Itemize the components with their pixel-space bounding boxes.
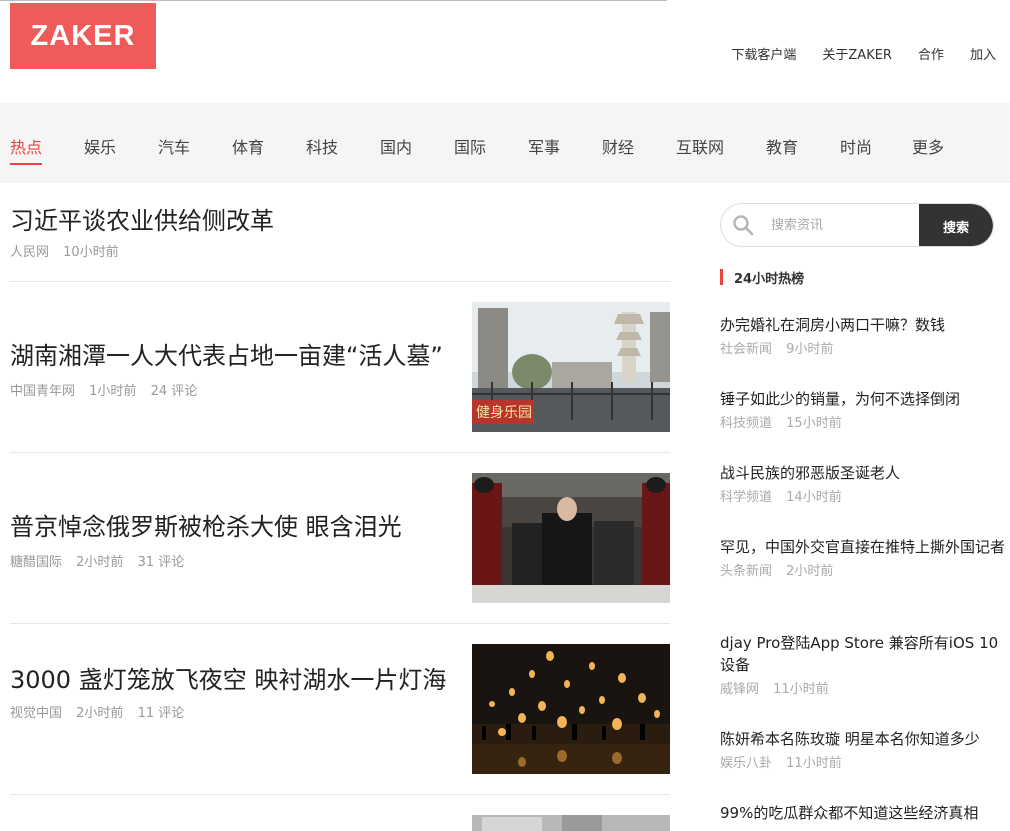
hot-item-source: 科学频道 [720,490,773,505]
article-time: 1小时前 [89,384,137,399]
channel-tech[interactable]: 科技 [306,134,338,158]
article-time: 2小时前 [76,706,124,721]
cooperation-link[interactable]: 合作 [918,44,944,63]
about-link[interactable]: 关于ZAKER [822,44,892,63]
download-client-link[interactable]: 下载客户端 [731,44,796,63]
channel-education[interactable]: 教育 [766,134,798,158]
article-thumbnail[interactable] [472,473,670,603]
hot-item-title[interactable]: 罕见，中国外交官直接在推特上撕外国记者 [720,536,1010,558]
hot-item-title[interactable]: 战斗民族的邪恶版圣诞老人 [720,462,1010,484]
channel-bar: 热点 娱乐 汽车 体育 科技 国内 国际 军事 财经 互联网 教育 时尚 更多 [0,103,1010,183]
divider [10,281,670,282]
hot-item-title[interactable]: 锤子如此少的销量，为何不选择倒闭 [720,388,1010,410]
article-time: 10小时前 [63,245,119,260]
hot-item-source: 威锋网 [720,682,760,697]
hot-list-title: 24小时热榜 [720,268,804,287]
hot-item-title[interactable]: 99%的吃瓜群众都不知道这些经济真相 [720,802,1010,824]
search-input[interactable] [771,212,916,238]
hot-list-item[interactable]: 陈妍希本名陈玫璇 明星本名你知道多少 娱乐八卦 11小时前 [720,728,1010,771]
article-title[interactable]: 习近平谈农业供给侧改革 [10,203,670,239]
divider [10,452,670,453]
article-title[interactable]: 普京悼念俄罗斯被枪杀大使 眼含泪光 [10,509,460,545]
article-title[interactable]: 湖南湘潭一人大代表占地一亩建“活人墓” [10,338,460,374]
article-source: 中国青年网 [10,384,76,399]
hot-item-meta: 社会新闻 9小时前 [720,338,1010,357]
article-time: 2小时前 [76,555,124,570]
channel-sports[interactable]: 体育 [232,134,264,158]
search-box: 搜索 [720,203,994,247]
hot-list-item[interactable]: 战斗民族的邪恶版圣诞老人 科学频道 14小时前 [720,462,1010,505]
article-title[interactable]: 3000 盏灯笼放飞夜空 映衬湖水一片灯海 [10,662,460,698]
article-thumbnail[interactable] [472,815,670,831]
hot-item-meta: 娱乐八卦 11小时前 [720,752,1010,771]
hot-item-source: 娱乐八卦 [720,756,773,771]
channel-international[interactable]: 国际 [454,134,486,158]
zaker-logo[interactable]: ZAKER [10,3,156,69]
hot-item-title[interactable]: 办完婚礼在洞房小两口干嘛？数钱 [720,314,1010,336]
hot-item-source: 头条新闻 [720,564,773,579]
channel-hot[interactable]: 热点 [10,134,43,165]
search-icon[interactable] [732,214,754,236]
hot-item-time: 11小时前 [773,682,829,697]
article-comments: 31 评论 [137,555,185,570]
channel-domestic[interactable]: 国内 [380,134,412,158]
channel-fashion[interactable]: 时尚 [840,134,872,158]
divider [10,623,670,624]
article-source: 糖醋国际 [10,555,63,570]
article-thumbnail[interactable] [472,644,670,774]
channel-internet[interactable]: 互联网 [676,134,724,158]
channel-finance[interactable]: 财经 [602,134,634,158]
search-button[interactable]: 搜索 [919,204,993,246]
article-source: 视觉中国 [10,706,63,721]
hot-list-item[interactable]: 办完婚礼在洞房小两口干嘛？数钱 社会新闻 9小时前 [720,314,1010,357]
channel-entertainment[interactable]: 娱乐 [84,134,116,158]
join-link[interactable]: 加入 [970,44,996,63]
channel-auto[interactable]: 汽车 [158,134,190,158]
hot-item-meta: 科学频道 14小时前 [720,486,1010,505]
article-meta: 人民网 10小时前 [10,241,670,260]
hot-item-time: 15小时前 [786,416,842,431]
hot-item-title[interactable]: 陈妍希本名陈玫璇 明星本名你知道多少 [720,728,1010,750]
sign-text: 健身乐园 [476,405,532,421]
channel-military[interactable]: 军事 [528,134,560,158]
hot-list-item[interactable]: 锤子如此少的销量，为何不选择倒闭 科技频道 15小时前 [720,388,1010,431]
hot-item-meta: 威锋网 11小时前 [720,678,1010,697]
article-comments: 11 评论 [137,706,185,721]
hot-item-meta: 头条新闻 2小时前 [720,560,1010,579]
divider [10,794,670,795]
hot-item-time: 9小时前 [786,342,834,357]
article-thumbnail[interactable]: 健身乐园 [472,302,670,432]
channel-more[interactable]: 更多 [912,134,944,158]
hot-list-item[interactable]: 99%的吃瓜群众都不知道这些经济真相 [720,802,1010,824]
hot-item-time: 2小时前 [786,564,834,579]
article-comments: 24 评论 [150,384,198,399]
hot-item-time: 14小时前 [786,490,842,505]
hot-list-item[interactable]: djay Pro登陆App Store 兼容所有iOS 10设备 威锋网 11小… [720,632,1010,697]
hot-item-meta: 科技频道 15小时前 [720,412,1010,431]
article-item[interactable]: 习近平谈农业供给侧改革 人民网 10小时前 [10,203,670,260]
hot-item-time: 11小时前 [786,756,842,771]
top-nav: 下载客户端 关于ZAKER 合作 加入 [731,44,996,63]
hot-item-source: 社会新闻 [720,342,773,357]
hot-item-title[interactable]: djay Pro登陆App Store 兼容所有iOS 10设备 [720,632,1010,676]
article-source: 人民网 [10,245,50,260]
hot-item-source: 科技频道 [720,416,773,431]
hot-list-item[interactable]: 罕见，中国外交官直接在推特上撕外国记者 头条新闻 2小时前 [720,536,1010,579]
header: ZAKER 下载客户端 关于ZAKER 合作 加入 [0,0,1010,103]
